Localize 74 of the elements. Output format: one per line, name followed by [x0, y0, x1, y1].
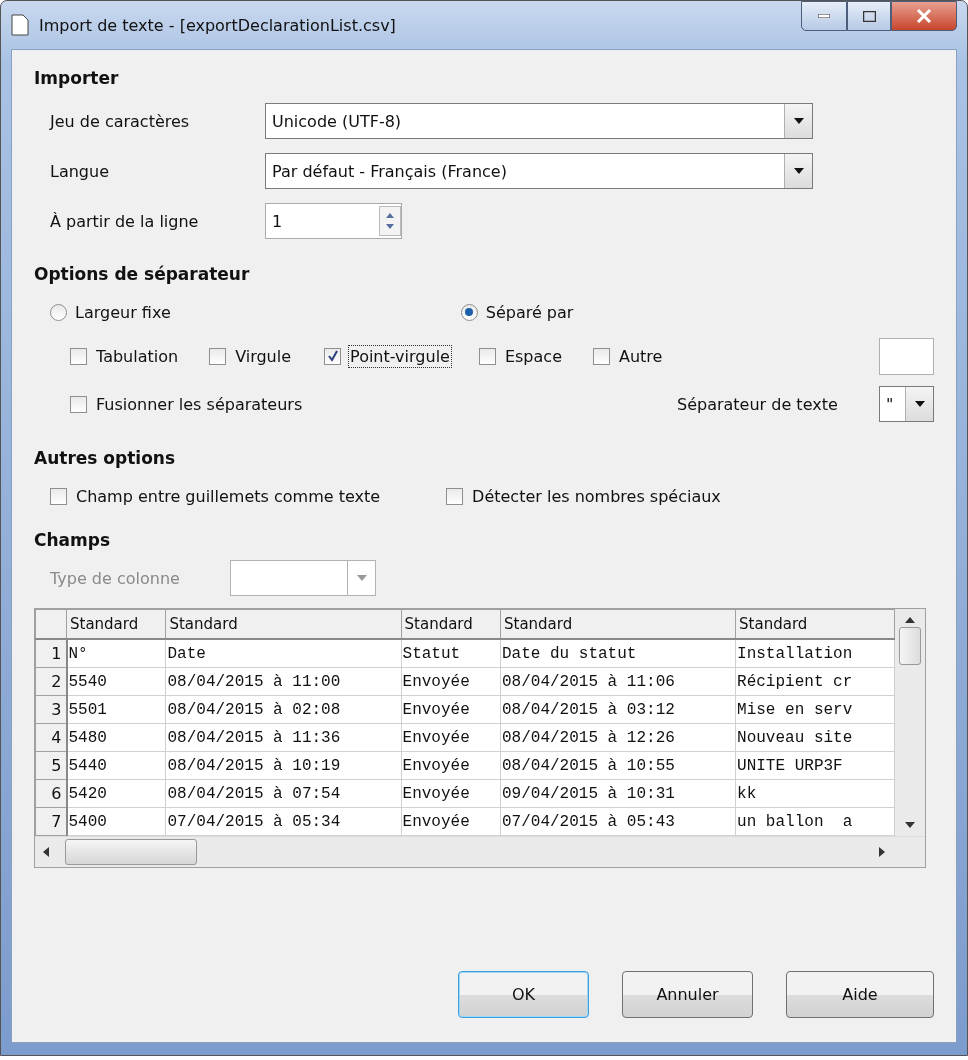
dropdown[interactable]: Par défaut - Français (France): [265, 153, 813, 189]
row-header: 4: [35, 723, 67, 752]
column-header[interactable]: Standard: [500, 609, 736, 639]
dialog-button[interactable]: OK: [458, 971, 589, 1018]
table-cell: Date du statut: [500, 639, 736, 668]
column-header[interactable]: Standard: [66, 609, 166, 639]
checkbox-label: Autre: [617, 345, 664, 367]
table-cell: 5400: [66, 807, 166, 836]
table-cell: 08/04/2015 à 10:19: [165, 751, 402, 780]
column-header[interactable]: Standard: [401, 609, 501, 639]
section-heading: Autres options: [34, 448, 177, 468]
table-cell: 5540: [66, 667, 166, 696]
table-cell: 08/04/2015 à 10:55: [500, 751, 736, 780]
checkbox-label: Virgule: [234, 345, 293, 367]
section-heading: Champs: [34, 530, 112, 550]
table-cell: 5480: [66, 723, 166, 752]
table-cell: 5420: [66, 779, 166, 808]
table-cell: 08/04/2015 à 11:36: [165, 723, 402, 752]
table-cell: Envoyée: [401, 751, 501, 780]
table-cell: 07/04/2015 à 05:43: [500, 807, 736, 836]
row-header: 7: [35, 807, 67, 836]
dialog-button[interactable]: Aide: [786, 971, 934, 1018]
checkbox-label: Détecter les nombres spéciaux: [471, 485, 722, 507]
table-cell: 08/04/2015 à 03:12: [500, 695, 736, 724]
checkbox-label: Point-virgule: [349, 345, 451, 367]
table-cell: 5440: [66, 751, 166, 780]
field-label: Langue: [50, 161, 110, 181]
table-cell: kk: [735, 779, 895, 808]
table-cell: Statut: [401, 639, 501, 668]
field-label: À partir de la ligne: [50, 211, 200, 231]
row-header: 3: [35, 695, 67, 724]
dropdown[interactable]: Unicode (UTF-8): [265, 103, 813, 139]
checkbox-label: Espace: [503, 345, 563, 367]
table-cell: Mise en serv: [735, 695, 895, 724]
table-cell: 09/04/2015 à 10:31: [500, 779, 736, 808]
table-cell: Date: [165, 639, 402, 668]
row-header: 5: [35, 751, 67, 780]
checkbox-label: Fusionner les séparateurs: [95, 393, 304, 415]
radio-label: Largeur fixe: [75, 302, 171, 322]
table-cell: 08/04/2015 à 02:08: [165, 695, 402, 724]
window-title: Import de texte - [exportDeclarationList.csv]: [39, 15, 396, 35]
dropdown[interactable]: ": [879, 386, 934, 422]
section-heading: Importer: [34, 68, 120, 88]
table-cell: 5501: [66, 695, 166, 724]
field-label: Jeu de caractères: [50, 111, 191, 131]
table-cell: Récipient cr: [735, 667, 895, 696]
table-cell: Envoyée: [401, 695, 501, 724]
table-cell: Envoyée: [401, 779, 501, 808]
radio-label: Séparé par: [485, 302, 574, 322]
row-header: 6: [35, 779, 67, 808]
field-label: Type de colonne: [50, 568, 181, 588]
table-cell: Installation: [735, 639, 895, 668]
dialog-button[interactable]: Annuler: [622, 971, 753, 1018]
column-header[interactable]: Standard: [735, 609, 895, 639]
table-cell: 08/04/2015 à 11:06: [500, 667, 736, 696]
row-header: 2: [35, 667, 67, 696]
table-cell: 08/04/2015 à 11:00: [165, 667, 402, 696]
checkbox-label: Tabulation: [95, 345, 180, 367]
table-cell: Envoyée: [401, 723, 501, 752]
section-heading: Options de séparateur: [34, 264, 251, 284]
table-cell: N°: [66, 639, 166, 668]
table-cell: 07/04/2015 à 05:34: [165, 807, 402, 836]
table-cell: 08/04/2015 à 12:26: [500, 723, 736, 752]
table-cell: Nouveau site: [735, 723, 895, 752]
spin-field[interactable]: 1: [265, 203, 402, 239]
table-cell: Envoyée: [401, 667, 501, 696]
table-cell: UNITE URP3F: [735, 751, 895, 780]
table-cell: Envoyée: [401, 807, 501, 836]
row-header: 1: [35, 639, 67, 668]
table-cell: un ballon a: [735, 807, 895, 836]
table-cell: 08/04/2015 à 07:54: [165, 779, 402, 808]
checkbox-label: Champ entre guillemets comme texte: [75, 485, 382, 507]
field-label: Séparateur de texte: [677, 394, 839, 414]
column-header[interactable]: Standard: [165, 609, 402, 639]
